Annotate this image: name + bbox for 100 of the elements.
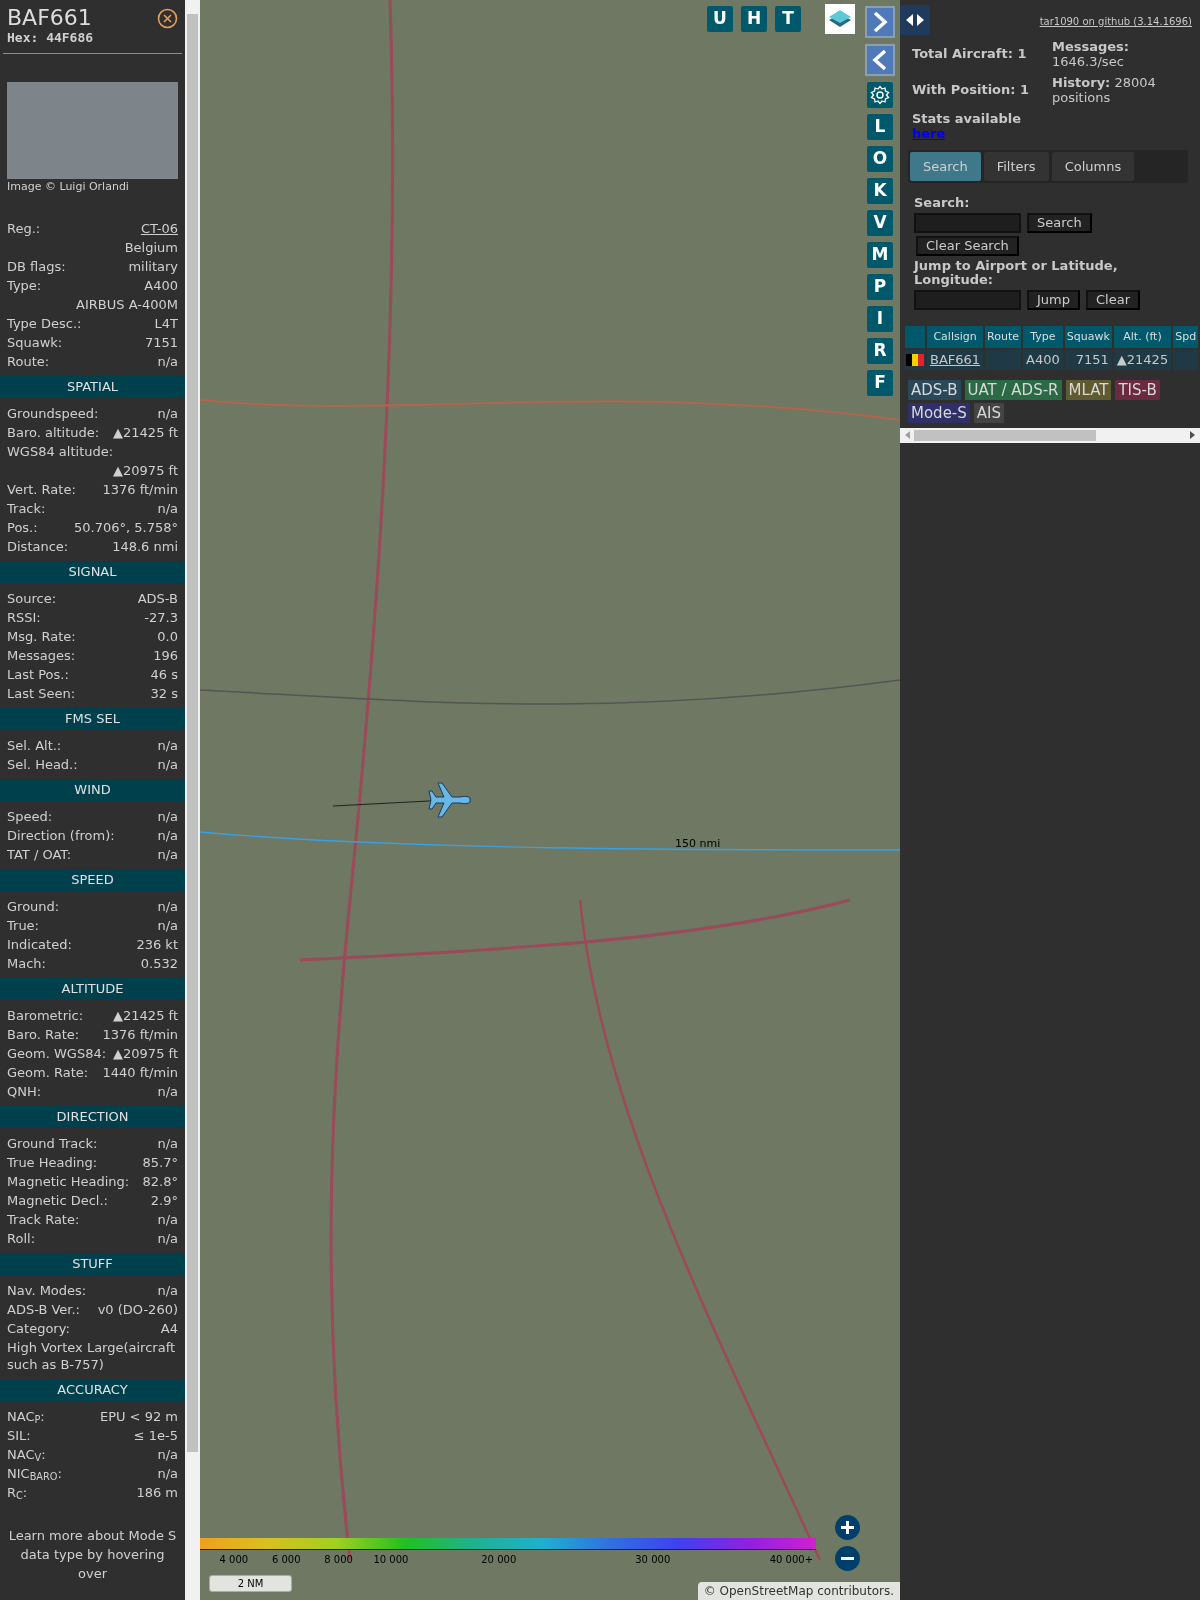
collapse-button[interactable] — [865, 44, 895, 76]
total-aircraft: Total Aircraft: 1 — [912, 45, 1028, 64]
scroll-left-icon — [905, 431, 910, 439]
field-value: -27.3 — [144, 609, 178, 626]
field-value: 148.6 nmi — [112, 538, 178, 555]
field-value: n/a — [157, 500, 178, 517]
table-header[interactable]: Type — [1023, 326, 1063, 348]
map-toggle-button[interactable]: O — [867, 146, 893, 172]
field-value: ADS-B — [137, 590, 178, 607]
field-label: Geom. Rate: — [7, 1064, 89, 1081]
table-header[interactable]: Callsign — [927, 326, 984, 348]
field-label: Barometric: — [7, 1007, 84, 1024]
table-header[interactable]: Spd — [1173, 326, 1199, 348]
table-header[interactable]: Squawk — [1064, 326, 1112, 348]
field-label: Geom. WGS84: — [7, 1045, 107, 1062]
section-header: SPEED — [0, 869, 185, 891]
map-toggle-button[interactable]: K — [867, 178, 893, 204]
field-label: R$_{C}$: — [7, 1484, 28, 1501]
table-cell[interactable]: BAF661 — [927, 350, 984, 370]
field-value: ≤ 1e-5 — [133, 1427, 178, 1444]
field-label: Route: — [7, 353, 50, 370]
stats-text: Stats available — [912, 111, 1023, 126]
source-legend-tag: ADS-B — [908, 379, 961, 400]
map-toggle-button[interactable]: H — [741, 6, 767, 32]
layers-icon — [828, 8, 852, 30]
field-label: Squawk: — [7, 334, 63, 351]
plus-icon — [840, 1520, 855, 1535]
field-value: n/a — [157, 846, 178, 863]
field-value: n/a — [157, 1083, 178, 1100]
messages-stat: Messages: 1646.3/sec — [1052, 39, 1131, 69]
field-label: NAC$_{P}$: — [7, 1408, 45, 1425]
horizontal-scrollbar[interactable] — [900, 427, 1200, 443]
field-label: Baro. altitude: — [7, 424, 100, 441]
field-label: Magnetic Heading: — [7, 1173, 130, 1190]
field-value: 46 s — [150, 666, 178, 683]
map-toggle-button[interactable]: T — [775, 6, 801, 32]
source-legend-tag: AIS — [973, 402, 1005, 423]
field-label: True: — [7, 917, 39, 934]
map-attribution: © OpenStreetMap contributors. — [697, 1582, 900, 1600]
field-label: Ground: — [7, 898, 60, 915]
field-label: NIC$_{BARO}$: — [7, 1465, 62, 1482]
expand-button[interactable] — [865, 6, 895, 38]
scrollbar[interactable] — [185, 0, 200, 1600]
field-label: Category: — [7, 1320, 70, 1337]
registration-link[interactable]: CT-06 — [140, 220, 178, 237]
map-toggle-button[interactable]: U — [707, 6, 733, 32]
field-label: Reg.: — [7, 220, 41, 237]
field-value: ▲20975 ft — [113, 462, 178, 479]
field-value: 0.532 — [140, 955, 178, 972]
source-legend-tag: Mode-S — [908, 402, 970, 423]
chevron-right-icon — [872, 11, 888, 33]
section-header: ALTITUDE — [0, 978, 185, 1000]
clear-search-button[interactable]: Clear Search — [916, 236, 1019, 256]
field-label: Indicated: — [7, 936, 72, 953]
clear-button[interactable]: Clear — [1086, 290, 1140, 310]
jump-field[interactable] — [914, 290, 1021, 310]
field-value: A400 — [144, 277, 178, 294]
panel-tab[interactable]: Filters — [983, 152, 1049, 181]
field-value: n/a — [157, 827, 178, 844]
map-toggle-button[interactable]: P — [867, 274, 893, 300]
search-button[interactable]: Search — [1027, 213, 1092, 233]
field-label: Messages: — [7, 647, 76, 664]
search-label: Search: — [914, 195, 971, 210]
map-toggle-button[interactable]: V — [867, 210, 893, 236]
table-header[interactable]: Alt. (ft) — [1113, 326, 1172, 348]
map-toggle-button[interactable]: I — [867, 306, 893, 332]
panel-tab[interactable]: Columns — [1051, 152, 1135, 181]
altitude-tick-label: 20 000 — [481, 1553, 517, 1567]
source-legend-tag: UAT / ADS-R — [964, 379, 1062, 400]
map-toggle-button[interactable]: M — [867, 242, 893, 268]
field-label: Vert. Rate: — [7, 481, 76, 498]
altitude-tick-label: 10 000 — [373, 1553, 409, 1567]
settings-icon — [870, 85, 890, 105]
map-toggle-button[interactable]: F — [867, 370, 893, 396]
field-label: RSSI: — [7, 609, 41, 626]
field-value: n/a — [157, 1230, 178, 1247]
field-value: v0 (DO-260) — [97, 1301, 178, 1318]
map-toggle-button[interactable]: R — [867, 338, 893, 364]
search-field[interactable] — [914, 213, 1021, 233]
field-value: 196 — [153, 647, 178, 664]
field-value: 7151 — [144, 334, 178, 351]
table-header[interactable]: Route — [985, 326, 1022, 348]
map-toggle-button[interactable]: L — [867, 114, 893, 140]
jump-button[interactable]: Jump — [1027, 290, 1080, 310]
chevron-left-icon — [872, 49, 888, 71]
layers-button[interactable] — [825, 4, 855, 34]
panel-toggle-button[interactable] — [900, 5, 930, 35]
table-cell: A400 — [1023, 350, 1063, 370]
field-value: n/a — [157, 353, 178, 370]
settings-button[interactable] — [867, 82, 893, 108]
field-value: n/a — [157, 405, 178, 422]
altitude-tick-label: 6 000 — [271, 1553, 301, 1567]
field-value: L4T — [154, 315, 178, 332]
field-label: Mach: — [7, 955, 46, 972]
github-link[interactable]: tar1090 on github (3.14.1696) — [1039, 14, 1192, 29]
close-icon[interactable] — [157, 8, 178, 29]
section-header: FMS SEL — [0, 708, 185, 730]
field-label: Source: — [7, 590, 57, 607]
airplane-icon[interactable] — [428, 780, 472, 820]
field-value: n/a — [157, 737, 178, 754]
